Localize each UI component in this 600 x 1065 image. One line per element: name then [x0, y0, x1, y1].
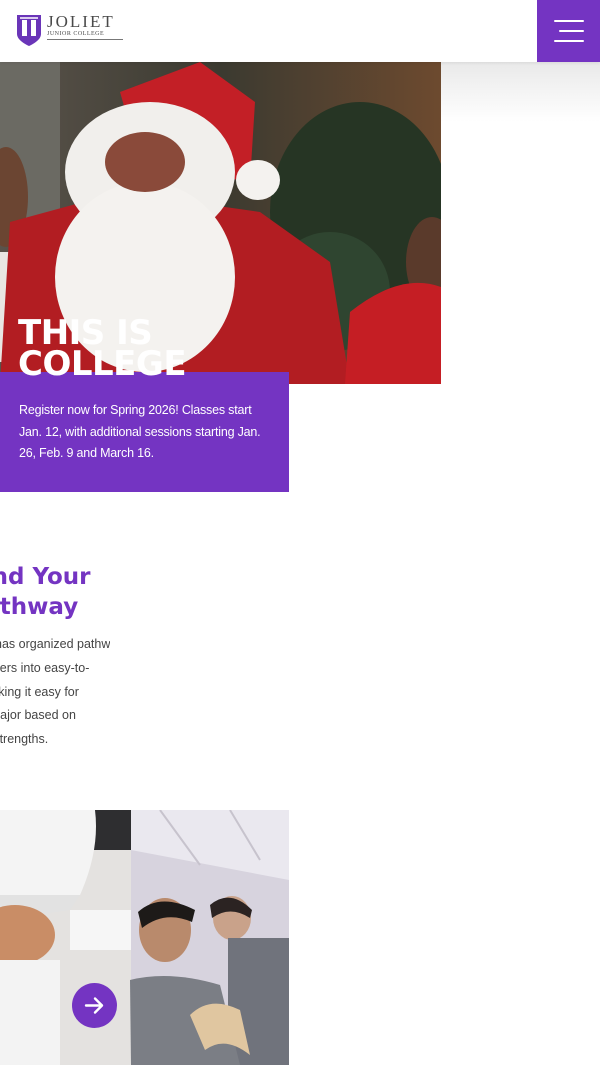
logo-name: JOLIET [47, 12, 115, 31]
pathway-text-line: group careers into easy-to- [0, 660, 90, 675]
logo-subtitle: JUNIOR COLLEGE [47, 31, 105, 37]
site-logo[interactable]: JOLIET JUNIOR COLLEGE [16, 12, 126, 50]
hamburger-menu-icon-bar [554, 40, 584, 42]
pathway-text-line: your interests & strengths. [0, 732, 49, 747]
pathway-text-line: JJC has organized pathways that [0, 637, 110, 651]
registration-text: Register now for Spring 2026! Classes st… [19, 403, 261, 460]
hero-title-line-2: COLLEGE [18, 344, 187, 384]
arrow-right-icon [84, 997, 104, 1014]
next-arrow-button[interactable] [72, 983, 117, 1028]
logo-divider [47, 39, 123, 40]
pathway-heading-line-2: Pathway [0, 594, 79, 620]
pathway-heading-line-1: Find Your [0, 564, 91, 590]
hero-title: THIS IS COLLEGE [18, 316, 318, 384]
pathway-heading: Find Your Pathway [0, 562, 120, 622]
pathway-text-line: navigate areas, making it easy for [0, 684, 79, 699]
pathway-description: JJC has organized pathways that group ca… [0, 633, 110, 752]
culinary-and-students-collage [0, 810, 289, 1065]
menu-button[interactable] [537, 0, 600, 62]
pathway-photo [0, 810, 289, 1065]
jjc-shield-icon [17, 15, 41, 46]
site-header: JOLIET JUNIOR COLLEGE [0, 0, 600, 62]
hero-shadow [441, 62, 600, 122]
hamburger-menu-icon-bar [559, 30, 584, 32]
pathway-text-line: you to choose a major based on [0, 708, 76, 723]
hamburger-menu-icon [554, 20, 584, 22]
registration-banner[interactable]: Register now for Spring 2026! Classes st… [0, 372, 289, 492]
